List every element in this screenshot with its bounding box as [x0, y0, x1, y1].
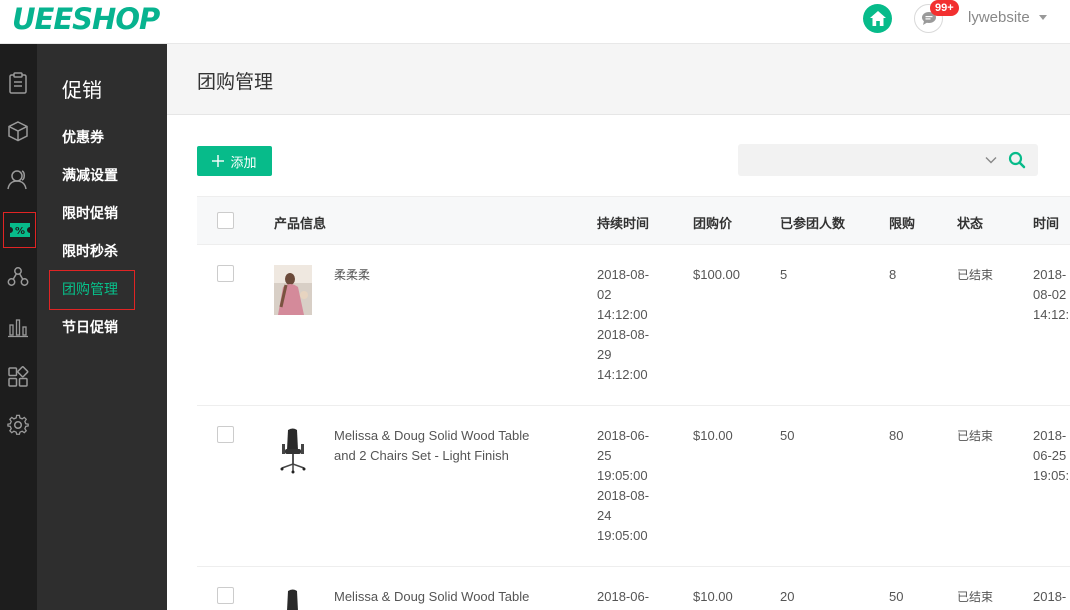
settings-icon — [7, 414, 29, 435]
subnav-item-group-buy[interactable]: 团购管理 — [62, 279, 118, 299]
col-status: 状态 — [957, 217, 984, 232]
select-all-checkbox[interactable] — [217, 212, 234, 229]
group-price: $10.00 — [693, 589, 733, 604]
col-duration: 持续时间 — [597, 217, 650, 232]
time: 2018- — [1033, 589, 1067, 604]
main-content: 团购管理 添加 产品信息 持续时间 团购价 已参团人数 限购 状态 时间 柔柔柔… — [167, 44, 1070, 610]
rail-products[interactable] — [5, 118, 31, 144]
promotion-icon: % — [9, 223, 30, 237]
table-header: 产品信息 持续时间 团购价 已参团人数 限购 状态 时间 — [197, 196, 1070, 245]
page-header: 团购管理 — [167, 44, 1070, 115]
rail-stats[interactable] — [5, 314, 31, 340]
stats-icon — [8, 319, 28, 338]
search-icon[interactable] — [1008, 151, 1026, 169]
time: 2018- 06-25 19:05: — [1033, 428, 1070, 483]
subnav-item-full-reduction[interactable]: 满减设置 — [62, 165, 118, 185]
row-checkbox[interactable] — [217, 265, 234, 282]
rail-settings[interactable] — [5, 412, 31, 438]
rail-share[interactable] — [5, 264, 31, 290]
subnav-item-holiday[interactable]: 节日促销 — [62, 317, 118, 337]
share-icon — [7, 267, 29, 286]
purchase-limit: 8 — [889, 267, 897, 282]
group-price: $100.00 — [693, 267, 740, 282]
ueeshop-logo[interactable]: UEESHOP — [12, 2, 160, 36]
rail-orders[interactable] — [5, 70, 31, 96]
col-group-price: 团购价 — [693, 217, 733, 232]
product-thumbnail[interactable] — [274, 265, 312, 315]
home-icon — [869, 11, 886, 26]
users-icon — [7, 170, 27, 190]
subnav-title: 促销 — [62, 78, 102, 102]
orders-icon — [9, 72, 27, 94]
add-button[interactable]: 添加 — [197, 146, 272, 176]
group-price: $10.00 — [693, 428, 733, 443]
product-name[interactable]: 柔柔柔 — [334, 265, 370, 285]
icon-rail: % — [0, 44, 37, 610]
joined-count: 20 — [780, 589, 795, 604]
time: 2018- 08-02 14:12: — [1033, 267, 1070, 322]
promotion-subnav: 促销 优惠券 满减设置 限时促销 限时秒杀 团购管理 节日促销 — [37, 44, 167, 610]
table-row: Melissa & Doug Solid Wood Table and 2 Ch… — [197, 406, 1070, 567]
col-time: 时间 — [1033, 217, 1060, 232]
table-row: 柔柔柔 2018-08- 02 14:12:00 2018-08- 29 14:… — [197, 245, 1070, 406]
message-count-badge: 99+ — [930, 0, 959, 16]
subnav-item-seckill[interactable]: 限时秒杀 — [62, 241, 118, 261]
row-checkbox[interactable] — [217, 587, 234, 604]
product-name[interactable]: Melissa & Doug Solid Wood Table — [334, 587, 554, 607]
add-button-label: 添加 — [230, 155, 257, 171]
rail-users[interactable] — [5, 166, 31, 192]
product-thumbnail[interactable] — [274, 426, 312, 476]
search-input[interactable] — [738, 144, 1038, 176]
duration: 2018-08- 02 14:12:00 2018-08- 29 14:12:0… — [597, 267, 650, 382]
rail-promotion[interactable]: % — [3, 212, 36, 248]
subnav-item-coupons[interactable]: 优惠券 — [62, 127, 104, 147]
status: 已结束 — [957, 268, 994, 282]
col-purchase-limit: 限购 — [889, 217, 916, 232]
home-button[interactable] — [863, 4, 892, 33]
rail-apps[interactable] — [5, 364, 31, 390]
col-product-info: 产品信息 — [274, 217, 327, 232]
table-row: Melissa & Doug Solid Wood Table 2018-06-… — [197, 567, 1070, 610]
col-joined-count: 已参团人数 — [780, 217, 846, 232]
status: 已结束 — [957, 429, 994, 443]
top-header: UEESHOP 99+ lywebsite — [0, 0, 1070, 44]
subnav-item-flash-promotion[interactable]: 限时促销 — [62, 203, 118, 223]
apps-icon — [8, 366, 29, 387]
chevron-down-icon[interactable] — [1039, 15, 1047, 20]
plus-icon — [212, 155, 225, 167]
joined-count: 50 — [780, 428, 795, 443]
joined-count: 5 — [780, 267, 788, 282]
duration: 2018-06- 25 19:05:00 2018-08- 24 19:05:0… — [597, 428, 650, 543]
page-title: 团购管理 — [197, 71, 274, 93]
product-thumbnail[interactable] — [274, 587, 312, 610]
duration: 2018-06- — [597, 589, 650, 604]
row-checkbox[interactable] — [217, 426, 234, 443]
purchase-limit: 50 — [889, 589, 904, 604]
product-name[interactable]: Melissa & Doug Solid Wood Table and 2 Ch… — [334, 426, 554, 466]
chevron-down-icon[interactable] — [984, 153, 998, 167]
status: 已结束 — [957, 590, 994, 604]
username[interactable]: lywebsite — [968, 9, 1030, 26]
products-icon — [8, 121, 28, 142]
svg-text:%: % — [14, 226, 24, 237]
purchase-limit: 80 — [889, 428, 904, 443]
